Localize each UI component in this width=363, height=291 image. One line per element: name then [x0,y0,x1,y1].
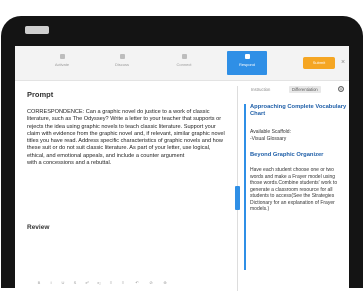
scaffold-label: Available Scaffold: [250,129,291,135]
step-icon [59,54,65,59]
differentiation-panel: Approaching Complete Vocabulary Chart Av… [244,104,348,270]
review-title: Review [27,224,50,231]
step-icon [244,54,250,59]
top-toolbar: Activate Discuss Connect Respond Submit … [15,46,349,81]
underline-button[interactable]: U [59,279,67,287]
settings-icon[interactable] [337,85,345,93]
tablet-tab-marker [25,26,49,34]
tablet-frame: Activate Discuss Connect Respond Submit … [1,16,363,291]
submit-button[interactable]: Submit [303,57,335,69]
italic-button[interactable]: I [47,279,55,287]
editor-toolbar: B I U S x² x₂ ≡ ≡ ↶ ⊘ ⊕ [35,279,185,287]
app-screen: Activate Discuss Connect Respond Submit … [15,46,349,291]
step-discuss-button[interactable]: Discuss [105,51,139,75]
bold-button[interactable]: B [35,279,43,287]
insert-icon[interactable]: ⊕ [161,279,169,287]
beyond-body: Have each student choose one or two word… [250,167,338,212]
prompt-body: CORRESPONDENCE: Can a graphic novel do j… [27,109,225,167]
step-label: Activate [54,62,70,67]
superscript-button[interactable]: x² [83,279,91,287]
step-connect-button[interactable]: Connect [167,51,201,75]
step-respond-button[interactable]: Respond [227,51,267,75]
step-icon [181,54,187,59]
tab-differentiation[interactable]: Differentiation [289,86,321,93]
prompt-title: Prompt [27,90,54,99]
approaching-heading: Approaching Complete Vocabulary Chart [250,104,347,117]
step-label: Connect [176,62,192,67]
scaffold-item: -Visual Glossary [250,136,287,142]
collapse-panel-handle[interactable] [235,186,240,210]
beyond-heading: Beyond Graphic Organizer [250,152,324,158]
close-icon[interactable]: × [339,57,347,69]
step-label: Respond [238,62,255,67]
prompt-text: CORRESPONDENCE: Can a graphic novel do j… [27,109,229,167]
clear-format-icon[interactable]: ⊘ [147,279,155,287]
strikethrough-button[interactable]: S [71,279,79,287]
sidebar-tabs: Instruction Differentiation [251,85,349,95]
tab-instruction[interactable]: Instruction [251,87,270,92]
subscript-button[interactable]: x₂ [95,279,103,287]
numbered-list-button[interactable]: ≡ [119,279,127,287]
step-icon [119,54,125,59]
step-label: Discuss [114,62,129,67]
bullet-list-button[interactable]: ≡ [107,279,115,287]
undo-icon[interactable]: ↶ [133,279,141,287]
step-activate-button[interactable]: Activate [45,51,79,75]
